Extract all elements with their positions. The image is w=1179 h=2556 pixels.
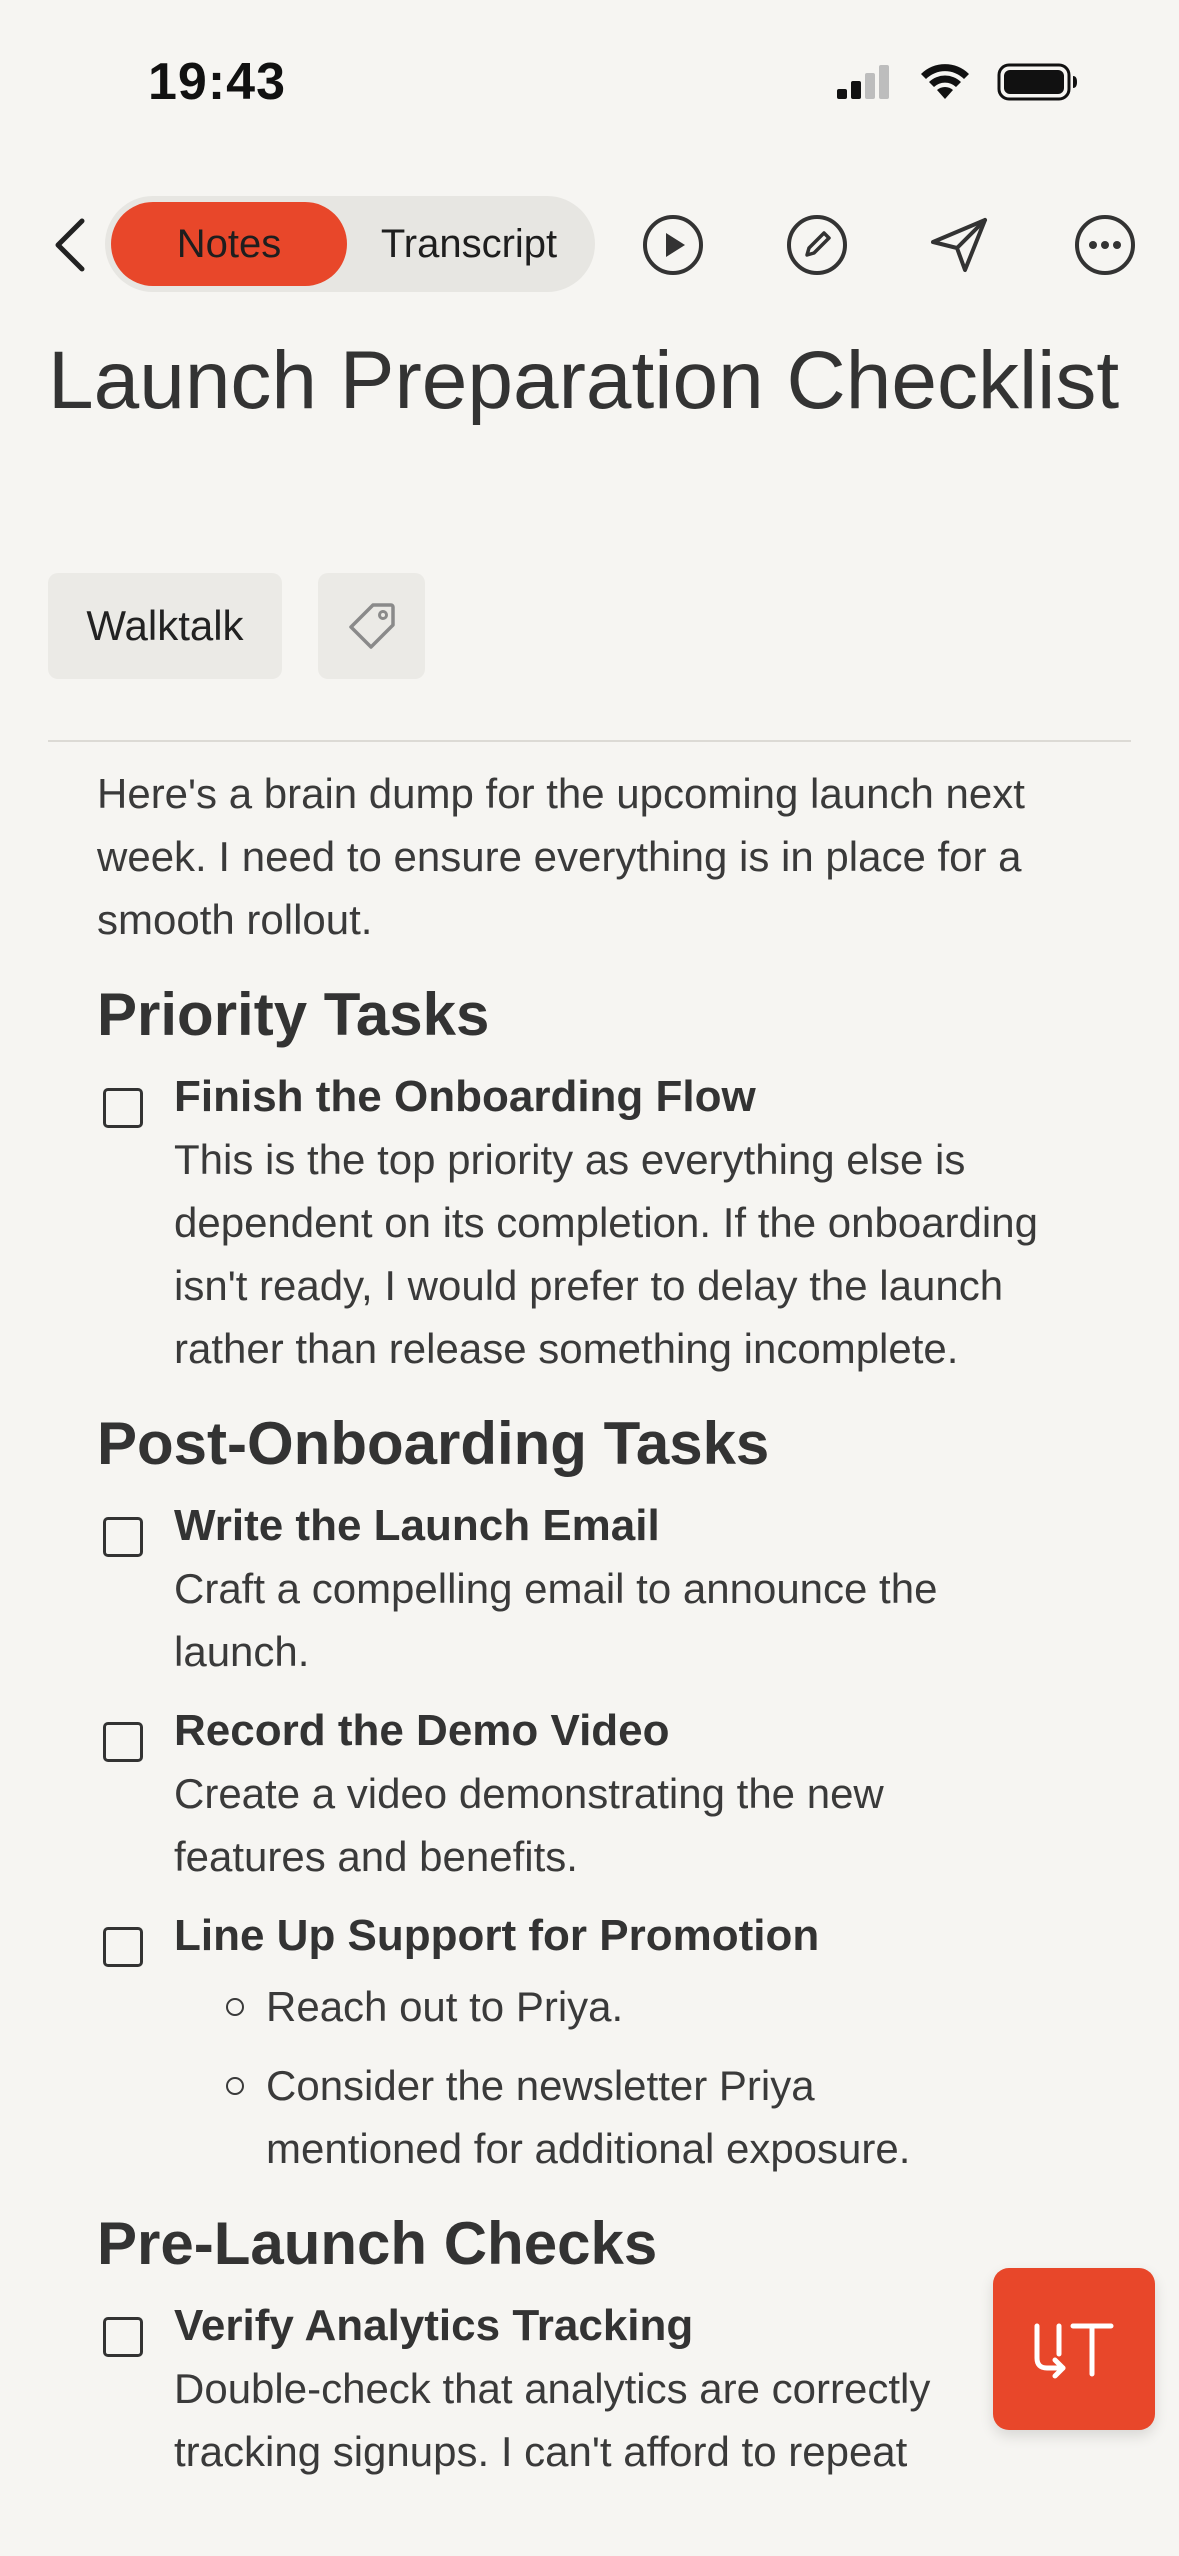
task-description: Craft a compelling email to announce the… <box>174 1565 938 1675</box>
back-chevron-icon <box>55 218 85 272</box>
wifi-icon <box>921 64 969 99</box>
task-description: Create a video demonstrating the new fea… <box>174 1770 884 1880</box>
battery-icon <box>997 63 1077 101</box>
play-icon <box>643 215 703 275</box>
task-title: Verify Analytics Tracking <box>174 2301 694 2350</box>
task-item: Write the Launch Email Craft a compellin… <box>97 1494 1077 1683</box>
tab-transcript[interactable]: Transcript <box>347 202 591 286</box>
tab-notes[interactable]: Notes <box>111 202 347 286</box>
task-title: Line Up Support for Promotion <box>174 1911 820 1960</box>
task-checkbox[interactable] <box>103 1722 143 1762</box>
task-description: This is the top priority as everything e… <box>174 1136 1038 1372</box>
tag-icon <box>348 603 395 649</box>
status-icons <box>835 62 1079 102</box>
back-button[interactable] <box>40 210 100 280</box>
play-button[interactable] <box>638 210 708 280</box>
task-item: Line Up Support for Promotion Reach out … <box>97 1904 1077 2180</box>
note-intro: Here's a brain dump for the upcoming lau… <box>97 770 1025 943</box>
cellular-signal-icon <box>837 65 889 99</box>
task-title: Record the Demo Video <box>174 1706 670 1755</box>
list-item: Consider the newsletter Priya mentioned … <box>174 2054 986 2180</box>
section-heading: Pre-Launch Checks <box>97 2210 658 2277</box>
list-item-text: Reach out to Priya. <box>266 1983 624 2030</box>
title-divider <box>48 740 1131 742</box>
add-tag-button[interactable] <box>318 573 425 679</box>
task-item: Finish the Onboarding Flow This is the t… <box>97 1065 1077 1380</box>
text-format-icon <box>1034 2323 1114 2379</box>
bullet-icon <box>226 1998 244 2016</box>
share-icon <box>931 218 987 272</box>
top-toolbar: Notes Transcript <box>0 196 1179 296</box>
page-title[interactable]: Launch Preparation Checklist <box>48 330 1128 431</box>
task-checkbox[interactable] <box>103 1927 143 1967</box>
task-checkbox[interactable] <box>103 1517 143 1557</box>
text-format-button[interactable] <box>993 2268 1155 2430</box>
list-item: Reach out to Priya. <box>174 1975 1077 2038</box>
edit-icon <box>787 215 847 275</box>
view-segmented-control: Notes Transcript <box>105 196 595 292</box>
status-time: 19:43 <box>148 53 286 111</box>
task-checkbox[interactable] <box>103 1088 143 1128</box>
note-body[interactable]: Here's a brain dump for the upcoming lau… <box>97 762 1077 2499</box>
share-button[interactable] <box>924 210 994 280</box>
tag-chip-walktalk[interactable]: Walktalk <box>48 573 282 679</box>
list-item-text: Consider the newsletter Priya mentioned … <box>266 2062 911 2172</box>
task-title: Finish the Onboarding Flow <box>174 1072 756 1121</box>
task-checkbox[interactable] <box>103 2317 143 2357</box>
section-heading: Post-Onboarding Tasks <box>97 1410 770 1477</box>
task-description: Double-check that analytics are correctl… <box>174 2365 931 2475</box>
task-item: Verify Analytics Tracking Double-check t… <box>97 2294 1077 2483</box>
edit-button[interactable] <box>782 210 852 280</box>
status-bar: 19:43 <box>0 0 1179 160</box>
task-item: Record the Demo Video Create a video dem… <box>97 1699 1077 1888</box>
bullet-icon <box>226 2077 244 2095</box>
sub-list: Reach out to Priya. Consider the newslet… <box>174 1975 1077 2180</box>
section-heading: Priority Tasks <box>97 981 490 1048</box>
more-icon <box>1075 215 1135 275</box>
more-button[interactable] <box>1070 210 1140 280</box>
task-title: Write the Launch Email <box>174 1501 660 1550</box>
